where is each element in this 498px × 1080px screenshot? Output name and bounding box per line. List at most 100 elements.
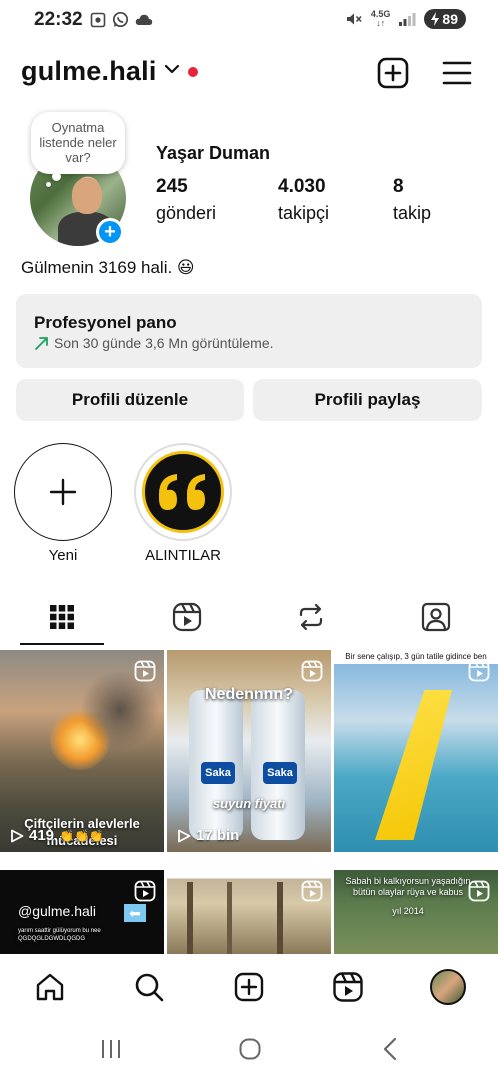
arrow-left-icon: ⬅ (124, 904, 146, 922)
stat-label: takipçi (278, 203, 330, 223)
share-profile-button[interactable]: Profili paylaş (253, 379, 482, 421)
post-views: 419 👏👏👏 (10, 827, 104, 844)
post-small-text: yarım saattir gülüyorum bu nee (18, 928, 101, 934)
highlight-new[interactable]: Yeni (13, 443, 113, 564)
back-button[interactable] (377, 1036, 403, 1062)
post-caption: @gulme.hali (18, 903, 97, 919)
create-icon (234, 972, 264, 1002)
search-icon (135, 973, 164, 1002)
edit-profile-button[interactable]: Profili düzenle (16, 379, 244, 421)
note-bubble[interactable]: Oynatma listende neler var? (31, 112, 125, 174)
grid-post-2[interactable]: Saka Saka Nedennnn? suyun fiyatı 17 bin (167, 650, 331, 852)
reel-badge-icon (301, 660, 323, 682)
back-icon (383, 1037, 397, 1061)
active-tab-indicator (20, 643, 104, 645)
grid-post-4[interactable]: @gulme.hali ⬅ yarım saattir gülüyorum bu… (0, 870, 164, 954)
posts-grid: Çiftçilerin alevlerle mücadelesi 419 👏👏👏… (0, 648, 498, 954)
tab-tagged[interactable] (384, 590, 488, 644)
highlight-alintilar-circle (134, 443, 232, 541)
play-icon (178, 829, 191, 842)
tab-posts-grid[interactable] (10, 590, 114, 644)
home-circle-icon (239, 1038, 261, 1060)
stat-label: takip (393, 203, 432, 223)
home-button[interactable] (237, 1036, 263, 1062)
network-type: 4.5G ↓↑ (370, 9, 391, 28)
reel-badge-icon (468, 880, 490, 902)
cloud-icon (135, 14, 153, 25)
reel-badge-icon (468, 660, 490, 682)
post-subcaption: suyun fiyatı (212, 796, 286, 811)
whatsapp-icon (112, 11, 129, 28)
post-tiny-text: QGDQGLDGWDLQGDG (18, 936, 86, 942)
recents-button[interactable] (98, 1036, 124, 1062)
hamburger-menu-icon[interactable] (440, 56, 474, 90)
stat-value: 4.030 (278, 176, 326, 197)
note-tail-dot (52, 172, 61, 181)
battery-level: 89 (442, 11, 458, 27)
tab-reels[interactable] (135, 590, 239, 644)
chevron-down-icon[interactable] (164, 63, 180, 75)
profile-tabs (0, 590, 498, 646)
tagged-person-icon (421, 602, 451, 632)
status-time: 22:32 (34, 9, 83, 30)
nav-home[interactable] (32, 969, 68, 1005)
grid-icon (50, 605, 74, 629)
signal-icon (399, 13, 416, 26)
post-views: 17 bin (177, 827, 239, 844)
create-post-icon[interactable] (376, 56, 410, 90)
stat-value: 245 (156, 176, 188, 197)
bio-text: Gülmenin 3169 hali. 😃 (21, 258, 195, 277)
username-switcher[interactable]: gulme.hali (21, 56, 157, 87)
battery-icon: 89 (424, 9, 466, 29)
reel-badge-icon (301, 880, 323, 902)
status-bar: 22:32 4.5G ↓↑ 89 (0, 0, 498, 40)
highlight-label: ALINTILAR (145, 547, 221, 564)
highlight-new-circle (14, 443, 112, 541)
grid-post-1[interactable]: Çiftçilerin alevlerle mücadelesi 419 👏👏👏 (0, 650, 164, 852)
reel-badge-icon (134, 880, 156, 902)
highlight-alintilar[interactable]: ALINTILAR (133, 443, 233, 564)
profile-header: gulme.hali (0, 52, 498, 96)
quote-icon (159, 474, 205, 510)
product-label: Saka (201, 762, 235, 784)
post-caption: Sabah bi kalkıyorsun yaşadığın bütün ola… (345, 876, 471, 897)
clap-emojis: 👏👏👏 (59, 828, 104, 843)
bottom-navigation (0, 954, 498, 1020)
system-navigation (0, 1020, 498, 1080)
dashboard-subtitle: Son 30 günde 3,6 Mn görüntüleme. (54, 335, 274, 351)
stat-followers[interactable]: 4.030 takipçi (278, 176, 329, 224)
highlight-label: Yeni (48, 547, 78, 564)
note-tail-dot-small (46, 182, 51, 187)
reels-icon (172, 602, 202, 632)
post-small-text: yıl 2014 (392, 906, 424, 916)
reel-badge-icon (134, 660, 156, 682)
home-icon (36, 973, 64, 1001)
dashboard-title: Profesyonel pano (34, 313, 177, 332)
stat-posts[interactable]: 245 gönderi (156, 176, 216, 224)
product-label: Saka (263, 762, 297, 784)
nav-profile[interactable] (430, 969, 466, 1005)
grid-post-3[interactable]: Bir sene çalışıp, 3 gün tatile gidince b… (334, 650, 498, 852)
mute-icon (346, 13, 362, 25)
view-count: 17 bin (196, 827, 240, 844)
reels-icon (333, 972, 363, 1002)
play-icon (11, 829, 24, 842)
nav-create[interactable] (231, 969, 267, 1005)
notification-dot (188, 67, 198, 77)
grid-post-5[interactable] (167, 870, 331, 954)
trend-up-icon (35, 337, 48, 350)
add-story-badge[interactable]: + (96, 218, 124, 246)
stat-following[interactable]: 8 takip (393, 176, 431, 224)
nav-search[interactable] (131, 969, 167, 1005)
stat-label: gönderi (156, 203, 217, 223)
tab-reposts[interactable] (259, 590, 363, 644)
nav-reels[interactable] (330, 969, 366, 1005)
repost-icon (299, 603, 323, 631)
grid-post-6[interactable]: Sabah bi kalkıyorsun yaşadığın bütün ola… (334, 870, 498, 954)
stat-value: 8 (393, 176, 404, 197)
professional-dashboard[interactable]: Profesyonel pano Son 30 günde 3,6 Mn gör… (16, 294, 482, 368)
plus-icon (49, 478, 77, 506)
profile-avatar (430, 969, 466, 1005)
view-count: 419 (29, 827, 55, 844)
screenshot-icon (90, 12, 106, 27)
